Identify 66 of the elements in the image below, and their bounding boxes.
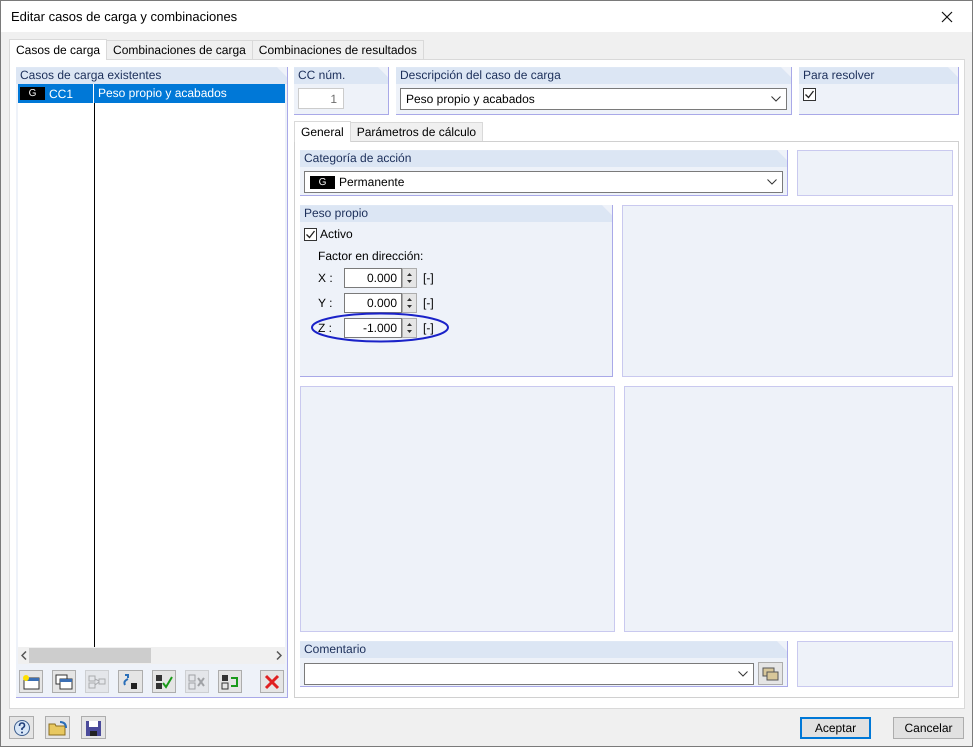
chevron-down-icon [767, 179, 777, 186]
tab[interactable]: Combinaciones de resultados [252, 40, 424, 60]
dialog-button[interactable]: Aceptar [800, 716, 871, 739]
group-header: CC núm. [294, 67, 388, 84]
scroll-left-icon [21, 651, 27, 660]
number-field[interactable]: 1 [298, 88, 344, 110]
toolbar-button[interactable] [152, 670, 176, 694]
toolbar-button[interactable] [118, 670, 142, 694]
comment-library-button[interactable] [758, 662, 783, 686]
toolbar-button[interactable] [81, 716, 106, 740]
group-header: Peso propio [300, 205, 612, 222]
toolbar-button[interactable] [218, 670, 242, 694]
folder-icon [48, 720, 68, 736]
axis-label: Y : [318, 296, 334, 310]
spin-button[interactable] [402, 268, 417, 288]
comment-dropdown[interactable] [304, 662, 754, 685]
scroll-right-icon [276, 651, 282, 660]
checkboxes-swap-icon [220, 674, 239, 690]
unit-label: [-] [423, 296, 434, 310]
group-header: Categoría de acción [300, 150, 787, 168]
unit-label: [-] [423, 270, 434, 285]
group-header: Casos de carga existentes [16, 67, 287, 84]
checkbox[interactable] [803, 88, 816, 102]
toolbar-button[interactable] [19, 670, 44, 694]
help-icon [12, 718, 30, 737]
dialog-button[interactable]: Cancelar [893, 716, 964, 739]
category-badge: G [310, 176, 335, 189]
category-dropdown[interactable]: G Permanente [304, 171, 783, 194]
category-badge: G [20, 87, 45, 100]
stacked-windows-icon [762, 666, 780, 681]
checkbox-label: Activo [320, 227, 353, 242]
new-window-icon [22, 674, 40, 690]
tab[interactable]: General [294, 121, 351, 142]
copy-windows-icon [55, 674, 74, 690]
description-dropdown[interactable]: Peso propio y acabados [400, 88, 787, 110]
case-id: CC1 [49, 86, 74, 101]
chevron-down-icon [771, 96, 781, 102]
sort-icon [121, 673, 140, 690]
checkbox[interactable] [304, 228, 317, 241]
chevron-down-icon [738, 670, 748, 677]
axis-label: Z : [318, 320, 333, 335]
case-description: Peso propio y acabados [97, 85, 227, 102]
checkboxes-tick-icon [154, 674, 173, 690]
axis-label: X : [318, 270, 334, 285]
factor-label: Factor en dirección: [317, 249, 424, 264]
factor-field[interactable]: 0.000 [344, 292, 402, 313]
factor-field[interactable]: 0.000 [344, 268, 402, 288]
unit-label: [-] [423, 320, 434, 335]
close-icon [941, 10, 953, 23]
flowchart-icon [88, 674, 106, 690]
tab[interactable]: Parámetros de cálculo [350, 122, 484, 142]
tab[interactable]: Casos de carga [9, 39, 108, 60]
delete-icon [264, 674, 280, 690]
spin-button[interactable] [402, 292, 417, 313]
tab[interactable]: Combinaciones de carga [106, 40, 253, 60]
window-title: Editar casos de carga y combinaciones [11, 9, 238, 24]
checkboxes-cross-icon [188, 674, 206, 690]
group-header: Descripción del caso de carga [396, 67, 791, 84]
spin-button[interactable] [402, 318, 417, 338]
toolbar-button[interactable] [9, 716, 34, 740]
list-row[interactable]: G CC1 Peso propio y acabados [18, 84, 285, 104]
toolbar-button[interactable] [52, 670, 76, 694]
group-header: Para resolver [799, 67, 958, 84]
group-header: Comentario [300, 641, 787, 658]
horizontal-scrollbar[interactable] [18, 647, 285, 664]
factor-field[interactable]: -1.000 [344, 318, 402, 338]
